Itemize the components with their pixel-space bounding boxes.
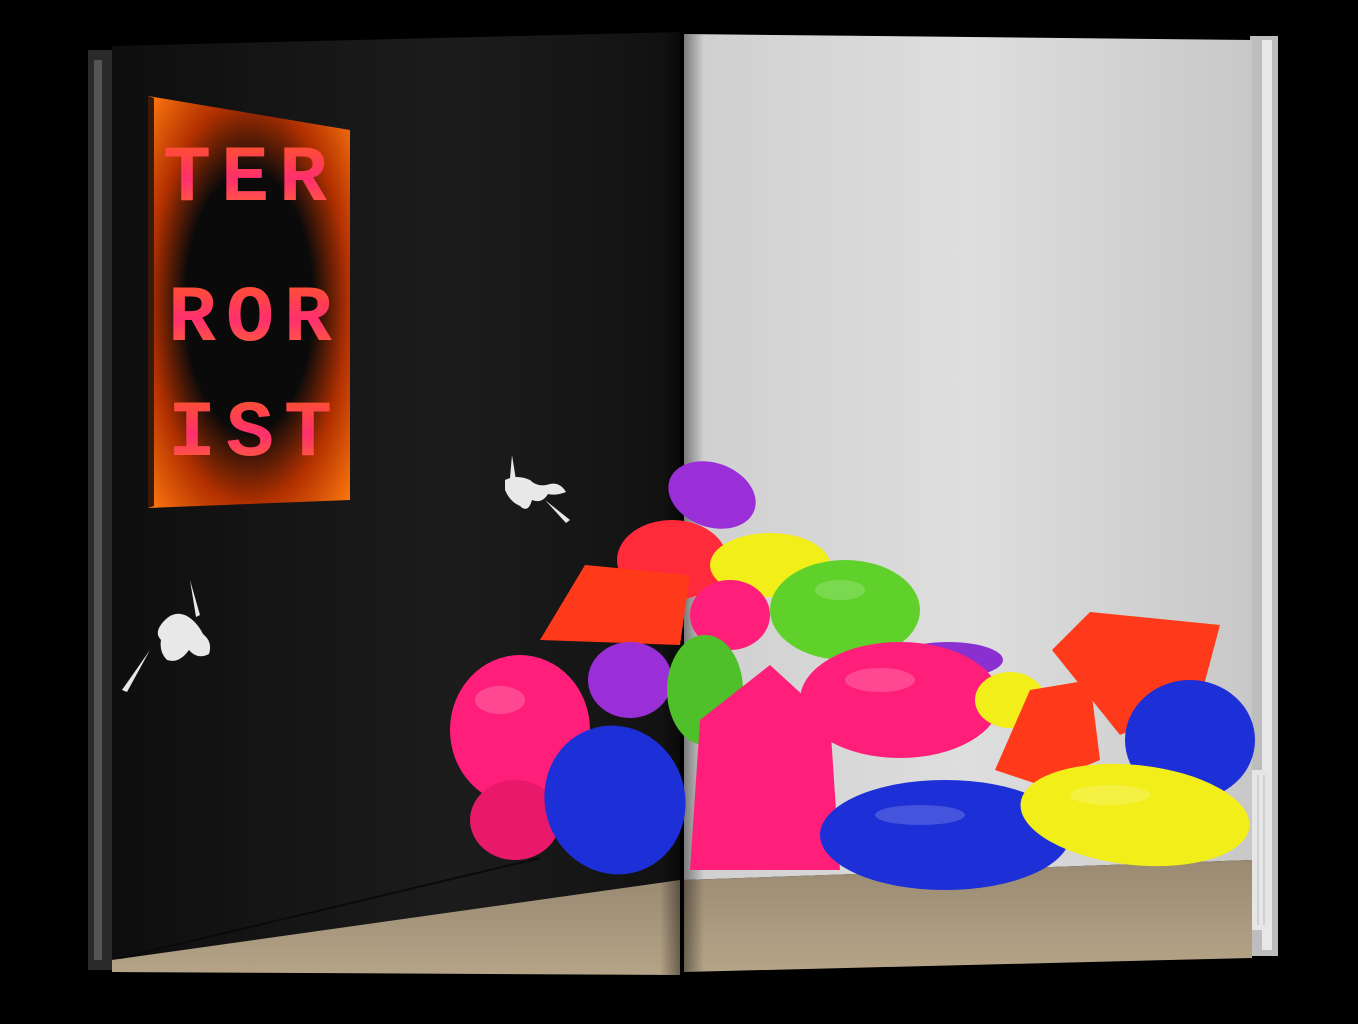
terrorist-sign: TER ROR IST	[148, 96, 350, 508]
radiator	[1252, 770, 1270, 930]
bag-purple-3	[588, 642, 672, 718]
open-book-photo: TER ROR IST	[88, 30, 1278, 975]
sign-line-2: ROR	[168, 274, 342, 365]
sign-line-1: TER	[163, 134, 337, 225]
sign-line-3: IST	[168, 389, 342, 480]
